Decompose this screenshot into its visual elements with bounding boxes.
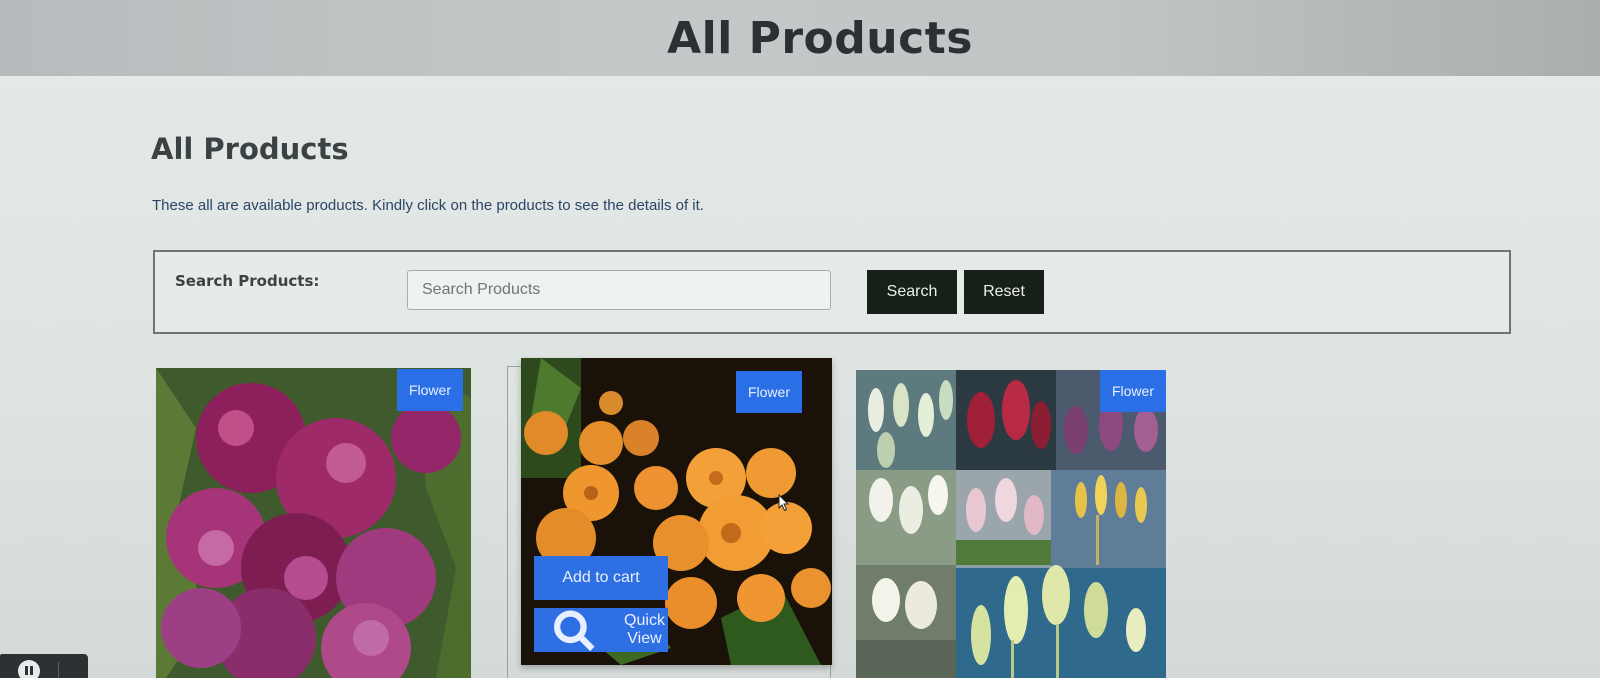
category-tag: Flower <box>397 369 463 411</box>
magnifier-icon <box>554 610 595 652</box>
category-tag: Flower <box>736 371 802 413</box>
search-label: Search Products: <box>175 272 320 290</box>
add-to-cart-button[interactable]: Add to cart <box>534 556 668 600</box>
quick-view-label: Quick View <box>624 612 665 647</box>
mouse-cursor-icon <box>778 494 790 512</box>
quick-view-button[interactable]: Quick View <box>534 608 668 652</box>
product-image-purple-flowers <box>156 368 471 678</box>
header-banner: All Products <box>0 0 1600 76</box>
search-button[interactable]: Search <box>867 270 957 314</box>
page-title: All Products <box>151 132 349 166</box>
page-description: These all are available products. Kindly… <box>152 197 704 214</box>
reset-button[interactable]: Reset <box>964 270 1044 314</box>
media-pause-widget[interactable] <box>0 654 88 678</box>
header-title: All Products <box>667 12 973 64</box>
category-tag: Flower <box>1100 370 1166 412</box>
widget-divider <box>58 662 59 678</box>
product-card-3[interactable]: Flower <box>856 370 1166 678</box>
search-input[interactable] <box>407 270 831 310</box>
search-panel: Search Products: Search Reset <box>153 250 1511 334</box>
add-to-cart-label: Add to cart <box>562 569 640 586</box>
product-card-1[interactable]: Flower <box>156 368 471 678</box>
product-image-grass-collage <box>856 370 1166 678</box>
pause-icon[interactable] <box>18 660 40 678</box>
